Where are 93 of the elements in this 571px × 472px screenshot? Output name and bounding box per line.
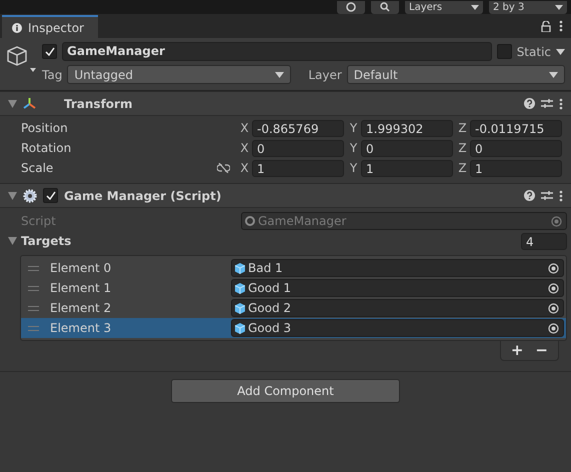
- unlinked-chain-icon[interactable]: [217, 163, 230, 173]
- static-label: Static: [516, 44, 551, 58]
- drag-handle-icon[interactable]: [28, 326, 39, 330]
- property-label: Rotation: [21, 141, 72, 155]
- caret-icon[interactable]: [556, 48, 565, 54]
- list-element[interactable]: Element 0 Bad 1: [21, 258, 566, 278]
- drag-handle-icon[interactable]: [28, 266, 39, 270]
- element-label: Element 3: [49, 321, 112, 335]
- cube-icon: [235, 302, 245, 314]
- layer-dropdown[interactable]: Default: [346, 65, 565, 84]
- target-icon[interactable]: [548, 282, 559, 294]
- axis-label: Y: [348, 161, 358, 175]
- drag-handle-icon[interactable]: [28, 306, 39, 310]
- property-label: Scale: [21, 161, 54, 175]
- object-field[interactable]: Good 1: [231, 279, 564, 297]
- axis-label: Z: [457, 141, 468, 155]
- caret-icon: [549, 72, 558, 78]
- target-icon[interactable]: [548, 322, 559, 334]
- axes-icon: [23, 97, 36, 110]
- object-field[interactable]: Bad 1: [231, 259, 564, 277]
- toolbar-dropdown[interactable]: Layers: [405, 0, 483, 14]
- tag-dropdown[interactable]: Untagged: [67, 65, 292, 84]
- number-field[interactable]: 0: [361, 140, 453, 156]
- remove-button[interactable]: −: [531, 342, 552, 359]
- cube-icon: [235, 262, 245, 274]
- axis-label: X: [239, 161, 250, 175]
- tag-label: Tag: [42, 68, 62, 82]
- static-checkbox[interactable]: [496, 44, 512, 59]
- more-icon[interactable]: [559, 98, 563, 110]
- caret-icon: [555, 4, 563, 10]
- target-icon[interactable]: [548, 262, 559, 274]
- axis-label: Z: [457, 161, 468, 175]
- object-name: Bad 1: [248, 261, 283, 275]
- axis-label: Z: [457, 121, 468, 135]
- object-name: Good 2: [248, 301, 292, 315]
- cube-icon: [235, 282, 245, 294]
- axis-label: X: [239, 121, 250, 135]
- presets-icon[interactable]: [541, 190, 553, 201]
- object-field[interactable]: Good 3: [231, 319, 564, 337]
- targets-label: Targets: [21, 234, 72, 248]
- search-icon[interactable]: [371, 0, 399, 14]
- name-field[interactable]: GameManager: [62, 42, 492, 61]
- size-field[interactable]: 4: [521, 232, 567, 250]
- presets-icon[interactable]: [541, 98, 553, 109]
- foldout-icon[interactable]: [8, 192, 17, 200]
- number-field[interactable]: 0: [252, 140, 344, 156]
- list-element[interactable]: Element 2 Good 2: [21, 298, 566, 318]
- axis-label: Y: [348, 121, 358, 135]
- help-icon[interactable]: [524, 190, 535, 201]
- add-button[interactable]: +: [506, 342, 528, 359]
- target-icon: [551, 216, 562, 226]
- component-title: Game Manager (Script): [64, 188, 222, 202]
- foldout-icon[interactable]: [8, 237, 17, 245]
- axis-label: Y: [348, 141, 358, 155]
- caret-icon: [471, 4, 479, 10]
- axis-label: X: [239, 141, 250, 155]
- add-component-button[interactable]: Add Component: [171, 379, 400, 403]
- number-field[interactable]: 1: [470, 160, 562, 176]
- component-title: Transform: [64, 96, 132, 110]
- object-name: Good 1: [248, 281, 292, 295]
- inspector-tab[interactable]: Inspector: [2, 15, 98, 38]
- script-icon: [245, 216, 255, 226]
- cube-icon: [235, 322, 245, 334]
- number-field[interactable]: 1: [252, 160, 344, 176]
- script-label: Script: [20, 214, 57, 228]
- info-icon: [12, 22, 22, 32]
- number-field[interactable]: -0.865769: [252, 120, 344, 136]
- element-label: Element 0: [49, 261, 112, 275]
- active-checkbox[interactable]: [42, 44, 57, 59]
- lock-icon[interactable]: [541, 20, 551, 32]
- number-field[interactable]: 1: [361, 160, 453, 176]
- caret-icon: [275, 72, 284, 78]
- number-field[interactable]: 1.999302: [361, 120, 453, 136]
- help-icon[interactable]: [524, 98, 535, 109]
- element-label: Element 1: [49, 281, 112, 295]
- gear-icon: [23, 188, 37, 202]
- more-icon[interactable]: [559, 20, 563, 32]
- list-element[interactable]: Element 1 Good 1: [21, 278, 566, 298]
- drag-handle-icon[interactable]: [28, 286, 39, 290]
- number-field[interactable]: 0: [470, 140, 562, 156]
- object-field[interactable]: Good 2: [231, 299, 564, 317]
- enabled-checkbox[interactable]: [43, 188, 58, 203]
- foldout-icon[interactable]: [8, 100, 17, 108]
- script-name: GameManager: [258, 214, 346, 228]
- element-label: Element 2: [49, 301, 112, 315]
- more-icon[interactable]: [559, 190, 563, 202]
- layer-label: Layer: [308, 68, 342, 82]
- target-icon[interactable]: [548, 302, 559, 314]
- toolbar-dropdown[interactable]: 2 by 3: [489, 0, 567, 14]
- list-element[interactable]: Element 3 Good 3: [21, 318, 566, 338]
- object-name: Good 3: [248, 321, 292, 335]
- property-label: Position: [21, 121, 69, 135]
- number-field[interactable]: -0.0119715: [470, 120, 562, 136]
